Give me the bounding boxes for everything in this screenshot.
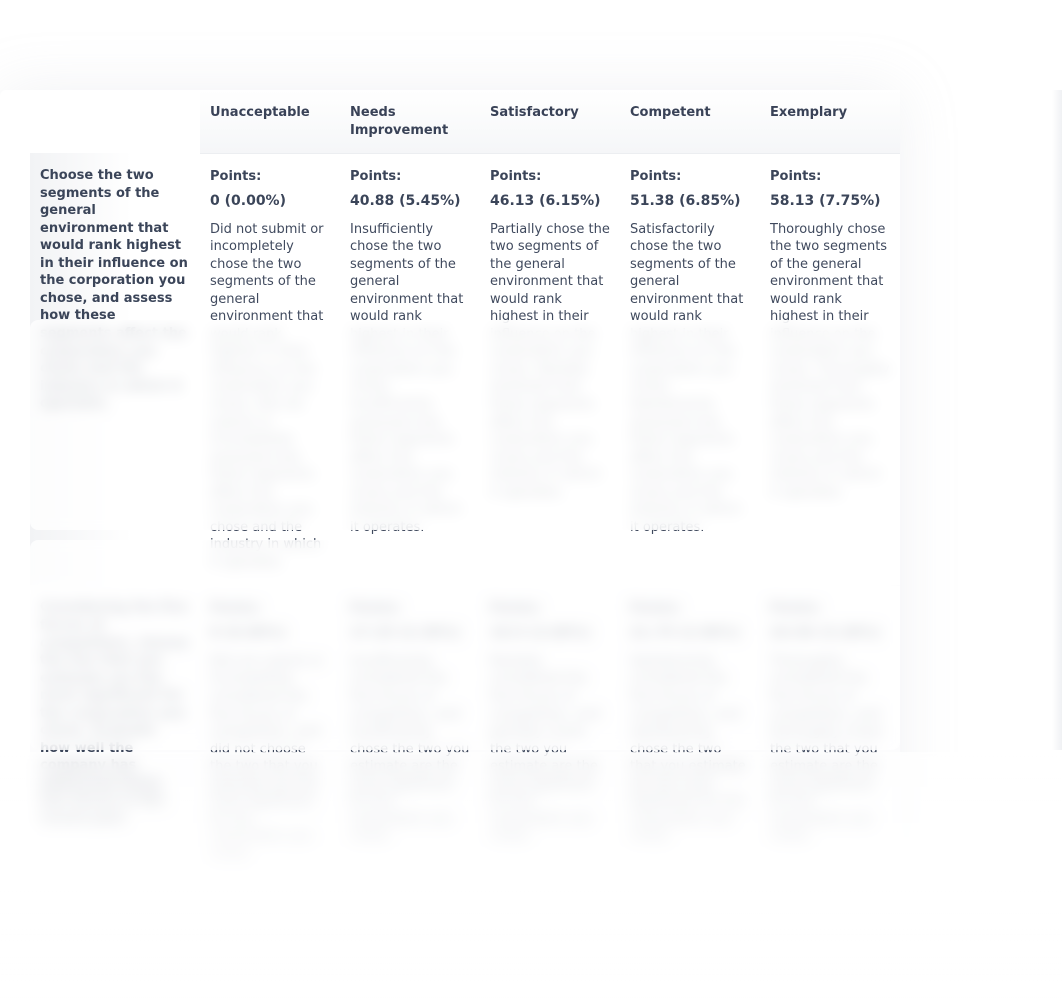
- cell-desc: Did not submit or incompletely chose the…: [210, 222, 324, 570]
- cell-desc: Did not submit or incompletely considere…: [210, 654, 324, 862]
- page: Unacceptable Needs Improvement Satisfact…: [0, 0, 1062, 1001]
- points-range: 46.13 (6.15%): [490, 192, 610, 211]
- criterion-1: Choose the two segments of the general e…: [30, 153, 200, 585]
- cell-r1-exemplary: Points: 58.13 (7.75%) Thoroughly chose t…: [760, 153, 900, 585]
- cell-desc: Satisfactorily chose the two segments of…: [630, 222, 743, 535]
- rubric-table: Unacceptable Needs Improvement Satisfact…: [30, 90, 900, 877]
- points-label: Points:: [770, 168, 890, 186]
- points-label: Points:: [350, 600, 470, 618]
- cell-r2-satisfactory: Points: 19.5 (2.60%) Partially considere…: [480, 585, 620, 877]
- points-label: Points:: [490, 600, 610, 618]
- cell-r1-needs-improvement: Points: 40.88 (5.45%) Insufficiently cho…: [340, 153, 480, 585]
- rubric-table-wrap: Unacceptable Needs Improvement Satisfact…: [0, 90, 900, 877]
- points-range: 19.5 (2.60%): [490, 624, 610, 643]
- points-range: 0 (0.00%): [210, 192, 330, 211]
- table-header-row: Unacceptable Needs Improvement Satisfact…: [30, 90, 900, 153]
- points-range: 17.25 (2.30%): [350, 624, 470, 643]
- header-competent: Competent: [620, 90, 760, 153]
- table-row: Choose the two segments of the general e…: [30, 153, 900, 585]
- points-label: Points:: [350, 168, 470, 186]
- cell-desc: Thoroughly chose the two segments of the…: [770, 222, 890, 500]
- header-needs-improvement: Needs Improvement: [340, 90, 480, 153]
- points-range: 40.88 (5.45%): [350, 192, 470, 211]
- points-label: Points:: [630, 600, 750, 618]
- header-exemplary: Exemplary: [760, 90, 900, 153]
- header-unacceptable: Unacceptable: [200, 90, 340, 153]
- points-range: 24.56 (3.28%): [770, 624, 890, 643]
- cell-desc: Partially chose the two segments of the …: [490, 222, 610, 500]
- points-range: 0 (0.00%): [210, 624, 330, 643]
- points-label: Points:: [630, 168, 750, 186]
- points-label: Points:: [770, 600, 890, 618]
- points-label: Points:: [490, 168, 610, 186]
- cell-desc: Insufficiently chose the two segments of…: [350, 222, 463, 535]
- points-range: 58.13 (7.75%): [770, 192, 890, 211]
- cell-r2-unacceptable: Points: 0 (0.00%) Did not submit or inco…: [200, 585, 340, 877]
- cell-r2-needs-improvement: Points: 17.25 (2.30%) Insufficiently con…: [340, 585, 480, 877]
- points-label: Points:: [210, 168, 330, 186]
- points-range: 21.75 (2.90%): [630, 624, 750, 643]
- cell-desc: Satisfactorily considered the five force…: [630, 654, 746, 844]
- cell-r1-unacceptable: Points: 0 (0.00%) Did not submit or inco…: [200, 153, 340, 585]
- cell-r2-exemplary: Points: 24.56 (3.28%) Thoroughly conside…: [760, 585, 900, 877]
- points-label: Points:: [210, 600, 330, 618]
- cell-desc: Insufficiently considered the five force…: [350, 654, 469, 844]
- cell-desc: Partially considered the five forces of …: [490, 654, 600, 844]
- table-row: Considering the five forces of competiti…: [30, 585, 900, 877]
- cell-r2-competent: Points: 21.75 (2.90%) Satisfactorily con…: [620, 585, 760, 877]
- criterion-2: Considering the five forces of competiti…: [30, 585, 200, 877]
- header-corner: [30, 90, 200, 153]
- cell-r1-satisfactory: Points: 46.13 (6.15%) Partially chose th…: [480, 153, 620, 585]
- right-gutter-shadow: [1052, 90, 1062, 750]
- points-range: 51.38 (6.85%): [630, 192, 750, 211]
- cell-r1-competent: Points: 51.38 (6.85%) Satisfactorily cho…: [620, 153, 760, 585]
- header-satisfactory: Satisfactory: [480, 90, 620, 153]
- cell-desc: Thoroughly considered the five forces of…: [770, 654, 883, 844]
